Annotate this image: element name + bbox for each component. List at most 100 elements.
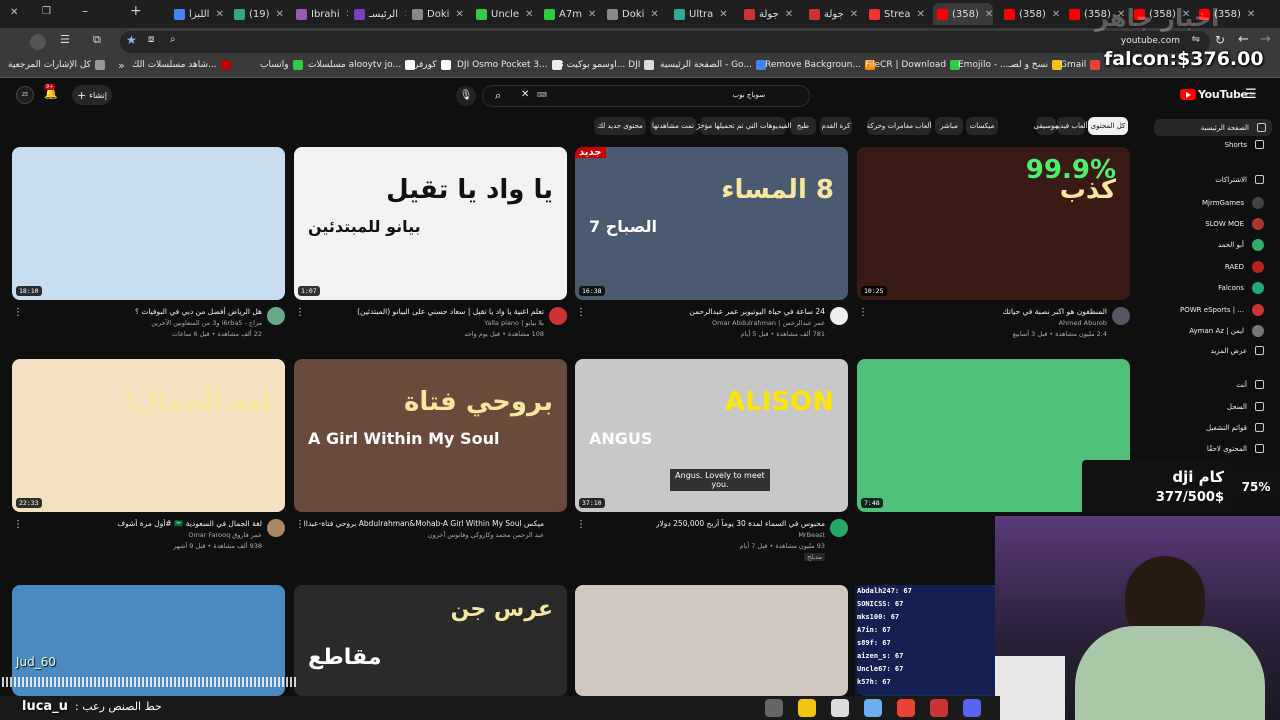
browser-tab[interactable]: A7m ✕ (540, 3, 600, 25)
more-actions-icon[interactable]: ⋮ (295, 307, 305, 318)
filter-chip[interactable]: طبخ (790, 117, 816, 135)
close-tab-icon[interactable]: ✕ (525, 9, 532, 20)
channel-avatar[interactable] (549, 307, 567, 325)
channel-avatar[interactable] (830, 307, 848, 325)
video-channel[interactable]: عمر عبدالرحمن | Omar Abdulrahman (712, 319, 825, 327)
more-actions-icon[interactable]: ⋮ (295, 519, 305, 530)
sidebar-item[interactable]: أنت (1236, 380, 1264, 389)
window-menu-icon[interactable]: ✕ (10, 7, 18, 18)
close-tab-icon[interactable]: ✕ (650, 9, 658, 20)
zoom-icon[interactable]: ⌕ (170, 34, 176, 45)
close-tab-icon[interactable]: ✕ (719, 9, 727, 20)
refresh-icon[interactable]: ↻ (1215, 33, 1225, 47)
video-title[interactable]: لغة الجمال في السعودية 🇸🇦 #أول مرة أشوف (117, 519, 262, 528)
close-tab-icon[interactable]: ✕ (455, 9, 463, 20)
video-channel[interactable]: Ahmed Aburob (1059, 319, 1107, 327)
account-avatar[interactable]: ZE (16, 86, 34, 104)
video-title[interactable]: محبوس في السماء لمدة 30 يوماً أربح 250,0… (656, 519, 825, 528)
bookmark-star-icon[interactable]: ★ (126, 33, 137, 47)
video-thumbnail[interactable]: 8 المساء 7 الصباح جديد 16:38 (575, 147, 848, 300)
channel-avatar[interactable] (267, 307, 285, 325)
close-tab-icon[interactable]: ✕ (276, 9, 284, 20)
close-tab-icon[interactable]: ✕ (346, 9, 348, 20)
back-icon[interactable]: ← (1238, 32, 1249, 47)
filter-chip[interactable]: ألعاب فيديو (1054, 117, 1088, 135)
bookmark-item[interactable]: واتساب (260, 60, 303, 70)
browser-tab[interactable]: جولة ✕ (805, 3, 865, 25)
video-channel[interactable]: عبد الرحمن محمد وكاروكي وفانوس آخرون (428, 531, 544, 539)
close-tab-icon[interactable]: ✕ (1052, 9, 1060, 20)
video-thumbnail[interactable]: لغة الجمال! 22:33 (12, 359, 285, 512)
restore-icon[interactable]: ❐ (42, 6, 51, 17)
site-info-icon[interactable]: ⇋ (1192, 34, 1200, 45)
sidebar-item[interactable]: عرض المزيد (1211, 346, 1264, 355)
close-tab-icon[interactable]: ✕ (404, 9, 406, 20)
video-thumbnail[interactable] (575, 585, 848, 696)
filter-chip[interactable]: كل المحتوى (1088, 117, 1128, 135)
video-title[interactable]: ميكس Abdulrahman&Mohab-A Girl Within My … (304, 519, 544, 528)
sidebar-item[interactable]: المحتوى لاحقًا (1207, 444, 1264, 453)
browser-tab[interactable]: Uncle ✕ (472, 3, 532, 25)
video-channel[interactable]: يلا بيانو | Yalla piano (484, 319, 544, 327)
bookmark-item[interactable]: Gmail (1060, 60, 1101, 70)
bookmark-item[interactable]: مسلسلات alooytv jo... (308, 60, 416, 70)
bookmark-item[interactable]: اوسمو بوكيت 3... DJI (558, 60, 655, 70)
youtube-logo[interactable]: YouTube SA (1180, 88, 1255, 101)
video-thumbnail[interactable]: ALISON ANGUS Angus. Lovely to meet you. 37:… (575, 359, 848, 512)
new-tab-icon[interactable]: + (130, 3, 142, 19)
close-tab-icon[interactable]: ✕ (215, 9, 223, 20)
sidebar-item[interactable]: SLOW MOE (1205, 218, 1264, 230)
browser-tab[interactable]: Doki ✕ (408, 3, 464, 25)
sidebar-item[interactable]: MjrmGames (1202, 197, 1264, 209)
more-actions-icon[interactable]: ⋮ (13, 307, 23, 318)
bookmark-item[interactable]: FileCR | Download (865, 60, 961, 70)
video-title[interactable]: 24 ساعة في حياة اليوتيوبر عمر عبدالرحمن (689, 307, 825, 316)
browser-tab[interactable]: Doki ✕ (603, 3, 663, 25)
search-input[interactable]: ⌕ ✕ ⌨ سوباج بوب (482, 85, 810, 107)
browser-tab[interactable]: Ultra ✕ (670, 3, 730, 25)
minimize-icon[interactable]: – (82, 4, 88, 18)
channel-avatar[interactable] (1112, 307, 1130, 325)
browser-tab[interactable]: اللبزا ✕ (170, 3, 230, 25)
video-channel[interactable]: MrBeast (798, 531, 825, 539)
close-tab-icon[interactable]: ✕ (850, 9, 858, 20)
bookmark-item[interactable]: كورفر (414, 60, 451, 70)
more-actions-icon[interactable]: ⋮ (576, 307, 586, 318)
video-thumbnail[interactable]: 18:10 (12, 147, 285, 300)
bookmark-item[interactable]: Remove Backgroun... (765, 60, 875, 70)
video-thumbnail[interactable]: عرس جن مقاطع (294, 585, 567, 696)
sidebar-item[interactable]: POWR eSports | ... (1180, 304, 1264, 316)
filter-chip[interactable]: موسيقى (1034, 117, 1058, 135)
sidebar-item[interactable]: Ayman Az | ايمن (1189, 325, 1264, 337)
bookmark-item[interactable]: Emojilo - ...نسخ و لصـ (958, 60, 1063, 70)
browser-tab[interactable]: (19) ✕ (230, 3, 290, 25)
filter-chip[interactable]: الفيديوهات التي تم تحميلها مؤخرًا (695, 117, 791, 135)
clear-search-icon[interactable]: ✕ (521, 89, 529, 100)
tab-share-icon[interactable]: ⧈ (148, 34, 154, 45)
close-tab-icon[interactable]: ✕ (985, 9, 993, 20)
sidebar-item[interactable]: Falcons (1218, 282, 1264, 294)
video-title[interactable]: هل الرياض أفضل من دبي في البوفيات ؟ (135, 307, 262, 316)
taskbar-app-icon[interactable] (897, 699, 915, 717)
channel-avatar[interactable] (830, 519, 848, 537)
more-actions-icon[interactable]: ⋮ (13, 519, 23, 530)
filter-chip[interactable]: ألعاب مغامرات وحركة (867, 117, 931, 135)
filter-chip[interactable]: تمت مشاهدتها (650, 117, 696, 135)
video-thumbnail[interactable]: بروحي فتاة A Girl Within My Soul (294, 359, 567, 512)
browser-tab[interactable]: Ibrahi ✕ (292, 3, 348, 25)
close-tab-icon[interactable]: ✕ (588, 9, 596, 20)
sidebar-item[interactable]: قوائم التشغيل (1206, 423, 1264, 432)
more-actions-icon[interactable]: ⋮ (576, 519, 586, 530)
search-icon[interactable]: ⌕ (495, 89, 501, 103)
create-button[interactable]: + إنشاء (72, 85, 112, 105)
profile-avatar[interactable] (30, 34, 46, 50)
browser-tab[interactable]: (358) ✕ (1000, 3, 1060, 25)
address-bar[interactable]: ★ ⧈ ⌕ youtube.com ⇋ (120, 31, 1210, 53)
more-actions-icon[interactable]: ⋮ (858, 307, 868, 318)
video-thumbnail[interactable]: كذب 99.9% 10:25 (857, 147, 1130, 300)
taskbar-app-icon[interactable] (864, 699, 882, 717)
sidebar-item[interactable]: أبو الحمد (1218, 239, 1264, 251)
bookmark-item[interactable]: DJI Osmo Pocket 3... (457, 60, 562, 70)
channel-avatar[interactable] (267, 519, 285, 537)
taskbar-app-icon[interactable] (831, 699, 849, 717)
